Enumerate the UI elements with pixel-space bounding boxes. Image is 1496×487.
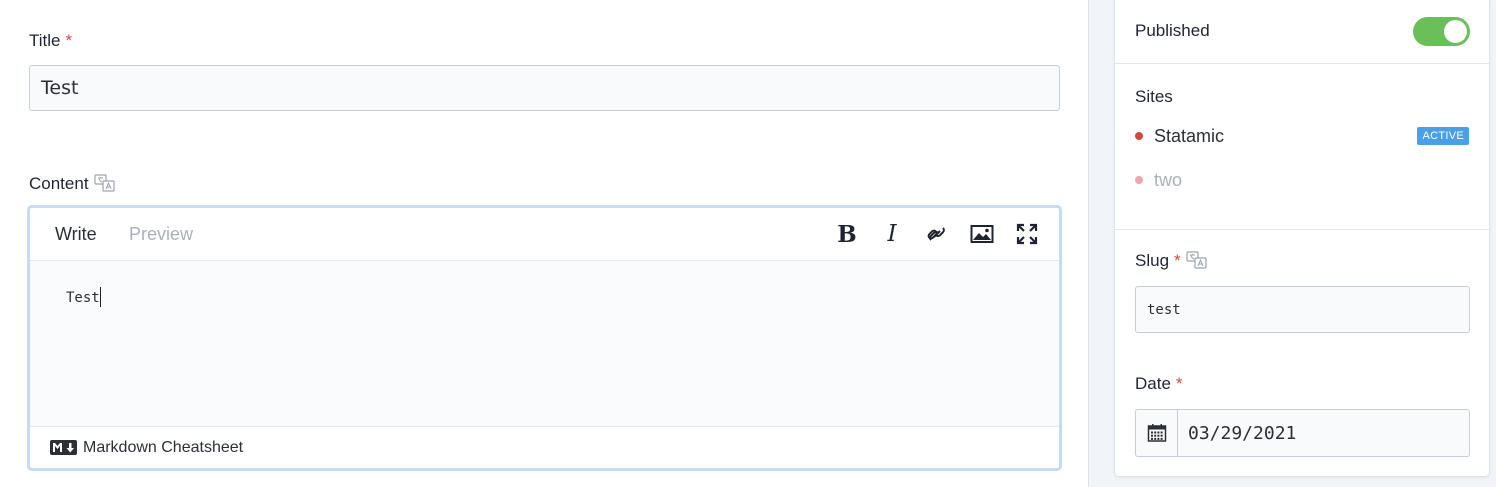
title-input-value: Test <box>41 77 79 99</box>
italic-icon[interactable]: I <box>878 220 906 248</box>
published-toggle[interactable] <box>1413 17 1470 46</box>
editor-toolbar: Write Preview B I <box>30 208 1059 261</box>
published-row: Published <box>1115 0 1489 64</box>
bold-icon[interactable]: B <box>833 220 861 248</box>
main-pane: Title * Test Content Write Preview B I T… <box>0 0 1089 487</box>
editor-content: Test <box>66 287 101 307</box>
active-badge: ACTIVE <box>1417 127 1469 145</box>
date-required-mark: * <box>1175 374 1183 393</box>
site-item-two[interactable]: two <box>1135 168 1469 192</box>
date-label-text: Date <box>1135 374 1171 393</box>
editor-text-value: Test <box>66 290 100 306</box>
tab-preview[interactable]: Preview <box>129 224 193 245</box>
editor-textarea[interactable]: Test <box>30 261 1059 426</box>
link-icon[interactable] <box>923 220 951 248</box>
editor-footer: Markdown Cheatsheet <box>30 426 1059 468</box>
text-caret <box>99 287 101 307</box>
calendar-icon[interactable] <box>1136 410 1178 456</box>
date-label: Date * <box>1135 374 1183 394</box>
published-label: Published <box>1135 21 1210 40</box>
title-label-text: Title <box>29 31 61 50</box>
site-status-dot <box>1135 132 1143 140</box>
site-name: two <box>1154 169 1183 190</box>
slug-label-text: Slug <box>1135 251 1170 270</box>
title-label: Title * <box>29 31 72 51</box>
site-status-dot <box>1135 176 1143 184</box>
sites-section: Sites Statamic ACTIVE two <box>1115 64 1489 230</box>
sidebar-card: Published Sites Statamic ACTIVE two Slug… <box>1114 0 1490 477</box>
content-label: Content <box>29 174 116 194</box>
fullscreen-icon[interactable] <box>1013 220 1041 248</box>
slug-input[interactable]: test <box>1135 286 1470 333</box>
tab-write[interactable]: Write <box>55 224 97 245</box>
markdown-cheatsheet-link[interactable]: Markdown Cheatsheet <box>83 439 243 457</box>
markdown-icon <box>50 440 77 455</box>
content-label-text: Content <box>29 174 89 193</box>
translate-icon[interactable] <box>93 174 116 194</box>
title-required-mark: * <box>65 31 73 50</box>
image-icon[interactable] <box>968 220 996 248</box>
toggle-knob <box>1444 20 1467 43</box>
date-input-value: 03/29/2021 <box>1188 422 1297 444</box>
site-item-statamic[interactable]: Statamic ACTIVE <box>1135 124 1469 148</box>
slug-label: Slug * <box>1135 251 1208 271</box>
site-name: Statamic <box>1154 125 1225 146</box>
date-input[interactable]: 03/29/2021 <box>1135 409 1470 457</box>
sites-heading: Sites <box>1135 87 1173 106</box>
slug-input-value: test <box>1147 301 1181 318</box>
markdown-editor: Write Preview B I Test Markdown Cheatshe… <box>27 205 1062 471</box>
slug-required-mark: * <box>1174 251 1181 270</box>
title-input[interactable]: Test <box>29 65 1060 111</box>
translate-icon[interactable] <box>1186 251 1208 271</box>
